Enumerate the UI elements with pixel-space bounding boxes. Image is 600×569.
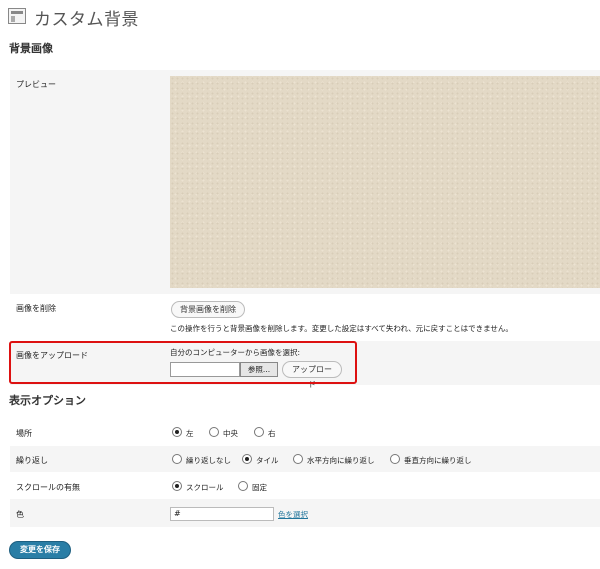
attachment-scroll-label: スクロール [186,483,224,492]
repeat-none-label: 繰り返しなし [186,456,231,465]
repeat-x-label: 水平方向に繰り返し [307,456,375,465]
attachment-scroll-radio[interactable] [172,481,182,491]
position-left-label: 左 [186,429,194,438]
attachment-fixed-label: 固定 [252,483,267,492]
position-center-label: 中央 [223,429,238,438]
repeat-row [10,446,600,472]
attachment-fixed-radio[interactable] [238,481,248,491]
position-center-radio[interactable] [209,427,219,437]
repeat-tile-radio[interactable] [242,454,252,464]
position-right-radio[interactable] [254,427,264,437]
save-changes-button[interactable]: 変更を保存 [9,541,71,559]
color-label: 色 [16,510,24,519]
color-input[interactable]: # [170,507,274,521]
repeat-y-radio[interactable] [390,454,400,464]
select-color-link[interactable]: 色を選択 [278,509,308,520]
repeat-label: 繰り返し [16,456,48,465]
page-title: カスタム背景 [34,10,139,30]
display-options-section-title: 表示オプション [9,394,86,407]
repeat-tile-label: タイル [256,456,279,465]
attachment-label: スクロールの有無 [16,483,80,492]
custom-background-icon [8,8,26,24]
repeat-y-label: 垂直方向に繰り返し [404,456,472,465]
repeat-none-radio[interactable] [172,454,182,464]
upload-highlight-box [9,341,357,384]
preview-label: プレビュー [16,80,56,89]
position-label: 場所 [16,429,32,438]
position-right-label: 右 [268,429,276,438]
position-left-radio[interactable] [172,427,182,437]
background-image-section-title: 背景画像 [9,42,53,55]
remove-background-button[interactable]: 背景画像を削除 [171,301,245,318]
repeat-x-radio[interactable] [293,454,303,464]
background-preview [170,76,600,288]
remove-description: この操作を行うと背景画像を削除します。変更した設定はすべて失われ、元に戻すことは… [170,324,513,333]
remove-image-label: 画像を削除 [16,304,56,313]
